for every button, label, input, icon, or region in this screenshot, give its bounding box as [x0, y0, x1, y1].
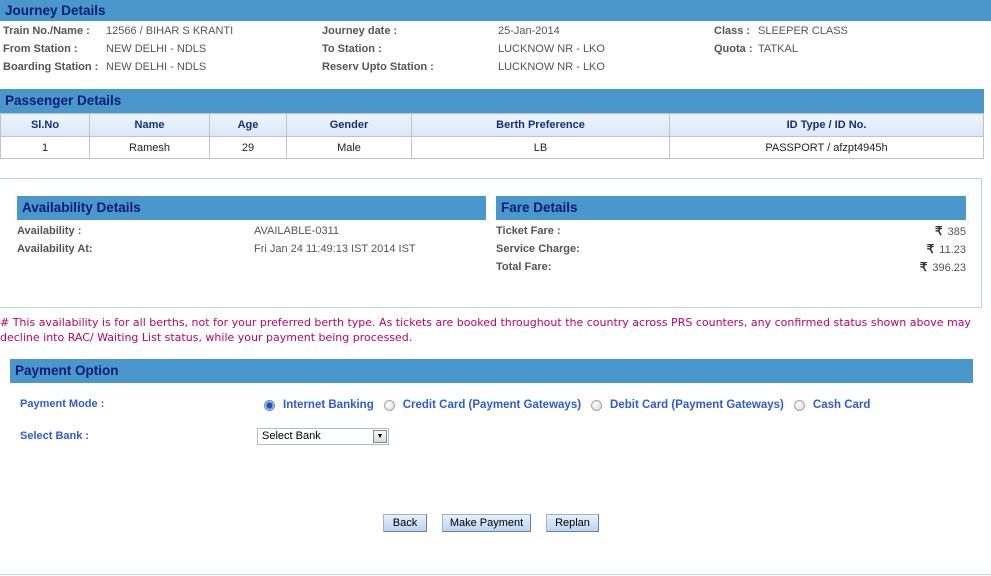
table-row: 1 Ramesh 29 Male LB PASSPORT / afzpt4945… [0, 136, 984, 159]
radio-label-internet-banking[interactable]: Internet Banking [283, 399, 374, 411]
availability-at-label: Availability At: [17, 243, 93, 255]
column-header-berth: Berth Preference [411, 113, 670, 137]
class-value: SLEEPER CLASS [758, 25, 848, 37]
quota-label: Quota : [714, 43, 753, 55]
journey-date-value: 25-Jan-2014 [498, 25, 560, 37]
fare-details-header: Fare Details [496, 196, 966, 220]
to-station-value: LUCKNOW NR - LKO [498, 43, 605, 55]
radio-internet-banking[interactable] [264, 399, 275, 411]
select-bank-label: Select Bank : [20, 430, 90, 442]
quota-value: TATKAL [758, 43, 798, 55]
cell-berth: LB [411, 136, 670, 159]
cell-slno: 1 [0, 136, 90, 159]
radio-debit-card[interactable] [591, 399, 603, 411]
availability-details-header: Availability Details [17, 196, 486, 220]
bottom-divider [0, 574, 991, 575]
back-button[interactable]: Back [383, 514, 427, 532]
total-fare-value: ₹396.23 [920, 260, 966, 274]
radio-label-cash-card[interactable]: Cash Card [813, 399, 871, 411]
availability-disclaimer: # This availability is for all berths, n… [0, 316, 971, 344]
replan-button[interactable]: Replan [546, 514, 599, 532]
from-station-value: NEW DELHI - NDLS [106, 43, 207, 55]
passenger-table-header-row: Sl.No Name Age Gender Berth Preference I… [0, 113, 984, 137]
ticket-fare-amount: 385 [947, 226, 966, 238]
make-payment-button[interactable]: Make Payment [442, 514, 531, 532]
select-bank-dropdown[interactable]: Select Bank ▼ [257, 428, 389, 445]
journey-date-label: Journey date : [322, 25, 398, 37]
to-station-label: To Station : [322, 43, 382, 55]
column-header-age: Age [209, 113, 287, 137]
rupee-icon: ₹ [926, 242, 935, 256]
service-charge-label: Service Charge: [496, 243, 580, 255]
radio-label-credit-card[interactable]: Credit Card (Payment Gateways) [403, 399, 581, 411]
total-fare-label: Total Fare: [496, 261, 552, 273]
chevron-down-icon[interactable]: ▼ [373, 430, 387, 443]
cell-gender: Male [286, 136, 412, 159]
cell-age: 29 [209, 136, 287, 159]
ticket-fare-label: Ticket Fare : [496, 225, 561, 237]
column-header-slno: Sl.No [0, 113, 90, 137]
train-value: 12566 / BIHAR S KRANTI [106, 25, 234, 37]
availability-value: AVAILABLE-0311 [254, 225, 339, 237]
total-fare-amount: 396.23 [932, 262, 966, 274]
radio-cash-card[interactable] [793, 399, 805, 411]
service-charge-value: ₹11.23 [927, 242, 966, 256]
cell-name: Ramesh [89, 136, 210, 159]
passenger-details-header: Passenger Details [0, 89, 984, 113]
reserv-upto-label: Reserv Upto Station : [322, 61, 434, 73]
cell-id: PASSPORT / afzpt4945h [669, 136, 984, 159]
rupee-icon: ₹ [919, 260, 928, 274]
service-charge-amount: 11.23 [939, 244, 966, 256]
rupee-icon: ₹ [935, 224, 943, 238]
availability-at-value: Fri Jan 24 11:49:13 IST 2014 IST [254, 243, 416, 255]
payment-mode-radio-group: Internet Banking Credit Card (Payment Ga… [264, 399, 880, 411]
payment-mode-label: Payment Mode : [20, 398, 105, 410]
select-bank-value: Select Bank [262, 430, 321, 442]
column-header-id: ID Type / ID No. [669, 113, 984, 137]
ticket-fare-value: ₹385 [935, 224, 966, 238]
boarding-station-value: NEW DELHI - NDLS [106, 61, 207, 73]
availability-label: Availability : [17, 225, 82, 237]
train-label: Train No./Name : [3, 25, 90, 37]
boarding-station-label: Boarding Station : [3, 61, 99, 73]
from-station-label: From Station : [3, 43, 78, 55]
column-header-gender: Gender [286, 113, 412, 137]
journey-details-header: Journey Details [0, 0, 991, 21]
payment-option-header: Payment Option [10, 359, 973, 383]
column-header-name: Name [89, 113, 210, 137]
class-label: Class : [714, 25, 751, 37]
radio-credit-card[interactable] [383, 399, 395, 411]
reserv-upto-value: LUCKNOW NR - LKO [498, 61, 605, 73]
passenger-table: Sl.No Name Age Gender Berth Preference I… [0, 113, 984, 159]
radio-label-debit-card[interactable]: Debit Card (Payment Gateways) [610, 399, 784, 411]
